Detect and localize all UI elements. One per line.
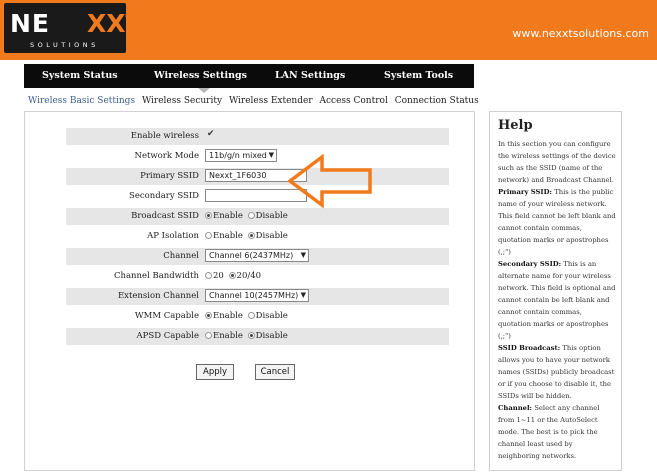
row-channel-bandwidth: Channel Bandwidth 20 20/40 <box>66 268 449 285</box>
site-url: www.nexxtsolutions.com <box>512 27 649 40</box>
row-network-mode: Network Mode 11b/g/n mixed ▼ <box>66 148 449 165</box>
apsd-disable-radio[interactable] <box>247 332 255 339</box>
help-secondary-ssid-title: Secondary SSID: <box>498 260 562 268</box>
help-panel: Help In this section you can configure t… <box>489 111 622 471</box>
nexxt-logo: NE XXT SOLUTIONS <box>4 3 143 53</box>
nav-wireless-settings[interactable]: Wireless Settings <box>154 70 247 81</box>
extension-channel-select[interactable]: Channel 10(2457MHz) ▼ <box>205 289 309 302</box>
nav-system-tools[interactable]: System Tools <box>384 70 453 81</box>
chevron-down-icon: ▼ <box>300 291 306 299</box>
broadcast-ssid-enable-radio[interactable] <box>205 212 212 219</box>
logo-text-accent: XXT <box>87 9 143 38</box>
help-ssid-broadcast-text: This option allows you to have your netw… <box>498 344 615 400</box>
settings-panel: Enable wireless ✔ Network Mode 11b/g/n m… <box>24 111 475 471</box>
help-channel-title: Channel: <box>498 404 533 412</box>
header-bar: NE XXT SOLUTIONS www.nexxtsolutions.com <box>0 0 657 60</box>
help-primary-ssid-title: Primary SSID: <box>498 188 553 196</box>
help-ssid-broadcast-title: SSID Broadcast: <box>498 344 561 352</box>
nav-system-status[interactable]: System Status <box>42 70 118 81</box>
row-channel: Channel Channel 6(2437MHz) ▼ <box>66 248 449 265</box>
wmm-enable-radio[interactable] <box>205 312 212 319</box>
extension-channel-label: Extension Channel <box>117 291 199 301</box>
subtab-wireless-basic-settings[interactable]: Wireless Basic Settings <box>28 96 135 106</box>
primary-ssid-label: Primary SSID <box>140 171 199 181</box>
active-nav-pointer-icon <box>198 88 210 93</box>
chevron-down-icon: ▼ <box>300 251 306 259</box>
network-mode-select[interactable]: 11b/g/n mixed ▼ <box>205 149 277 162</box>
subtab-wireless-security[interactable]: Wireless Security <box>142 96 222 106</box>
secondary-ssid-label: Secondary SSID <box>129 191 199 201</box>
enable-wireless-label: Enable wireless <box>130 131 199 141</box>
help-channel-text: Select any channel from 1~11 or the Auto… <box>498 404 600 460</box>
subtab-connection-status[interactable]: Connection Status <box>395 96 479 106</box>
channel-select[interactable]: Channel 6(2437MHz) ▼ <box>205 249 309 262</box>
main-nav: System Status Wireless Settings LAN Sett… <box>24 64 474 88</box>
subtabs: Wireless Basic Settings Wireless Securit… <box>28 96 483 106</box>
wmm-disable-radio[interactable] <box>247 312 255 319</box>
help-secondary-ssid-text: This is an alternate name for your wirel… <box>498 260 616 340</box>
row-wmm-capable: WMM Capable Enable Disable <box>66 308 449 325</box>
channel-bandwidth-label: Channel Bandwidth <box>114 271 199 281</box>
network-mode-label: Network Mode <box>134 151 200 161</box>
subtab-wireless-extender[interactable]: Wireless Extender <box>229 96 313 106</box>
row-primary-ssid: Primary SSID Nexxt_1F6030 <box>66 168 449 185</box>
row-enable-wireless: Enable wireless ✔ <box>66 128 449 145</box>
apsd-capable-label: APSD Capable <box>136 331 199 341</box>
cancel-button[interactable]: Cancel <box>255 364 295 380</box>
ap-isolation-disable-radio[interactable] <box>247 232 255 239</box>
ap-isolation-enable-radio[interactable] <box>205 232 212 239</box>
row-extension-channel: Extension Channel Channel 10(2457MHz) ▼ <box>66 288 449 305</box>
apsd-enable-radio[interactable] <box>205 332 212 339</box>
wmm-capable-label: WMM Capable <box>134 311 199 321</box>
help-title: Help <box>498 118 533 133</box>
arrow-left-icon <box>288 154 372 209</box>
broadcast-ssid-label: Broadcast SSID <box>131 211 199 221</box>
enable-wireless-checkbox[interactable]: ✔ <box>205 129 215 139</box>
broadcast-ssid-disable-radio[interactable] <box>247 212 255 219</box>
help-primary-ssid-text: This is the public name of your wireless… <box>498 188 616 256</box>
row-ap-isolation: AP Isolation Enable Disable <box>66 228 449 245</box>
ap-isolation-label: AP Isolation <box>147 231 199 241</box>
nav-lan-settings[interactable]: LAN Settings <box>275 70 345 81</box>
chevron-down-icon: ▼ <box>268 151 274 159</box>
channel-label: Channel <box>163 251 199 261</box>
row-secondary-ssid: Secondary SSID <box>66 188 449 205</box>
logo-subtitle: SOLUTIONS <box>30 41 99 49</box>
bandwidth-20-radio[interactable] <box>205 272 212 279</box>
help-body: In this section you can configure the wi… <box>498 138 616 462</box>
row-broadcast-ssid: Broadcast SSID Enable Disable <box>66 208 449 225</box>
logo-text: NE <box>10 9 51 38</box>
help-intro: In this section you can configure the wi… <box>498 140 616 184</box>
subtab-access-control[interactable]: Access Control <box>320 96 388 106</box>
bandwidth-20-40-radio[interactable] <box>228 272 236 279</box>
row-apsd-capable: APSD Capable Enable Disable <box>66 328 449 345</box>
apply-button[interactable]: Apply <box>196 364 234 380</box>
